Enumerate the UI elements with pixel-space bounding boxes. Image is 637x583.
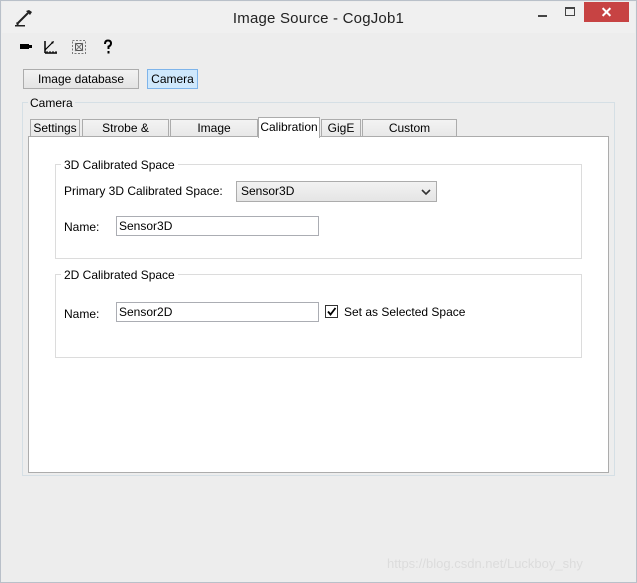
primary-3d-space-value: Sensor3D (241, 184, 295, 198)
checkmark-icon (327, 307, 337, 316)
selected-space-label[interactable]: Set as Selected Space (344, 305, 465, 319)
tab-settings[interactable]: Settings (30, 119, 80, 137)
measure-icon[interactable] (42, 38, 60, 56)
watermark-text: https://blog.csdn.net/Luckboy_shy (387, 556, 583, 571)
camera-button[interactable]: Camera (147, 69, 198, 89)
maximize-button[interactable] (557, 2, 583, 22)
name-3d-input[interactable]: Sensor3D (116, 216, 319, 236)
tab-gige[interactable]: GigE (321, 119, 361, 137)
tab-custom-properties[interactable]: Custom Properties (362, 119, 457, 152)
close-button[interactable] (584, 2, 629, 22)
name-3d-label: Name: (64, 220, 100, 234)
calibrated-space-3d-label: 3D Calibrated Space (61, 158, 178, 172)
tab-image-properties[interactable]: Image Properties (170, 119, 258, 152)
image-database-button[interactable]: Image database (23, 69, 139, 89)
name-2d-label: Name: (64, 307, 100, 321)
eraser-icon[interactable] (17, 38, 35, 56)
primary-3d-space-label: Primary 3D Calibrated Space: (64, 184, 223, 198)
tab-strobe-trigger[interactable]: Strobe & Trigger (82, 119, 169, 152)
calibration-tab-panel: 3D Calibrated Space Primary 3D Calibrate… (28, 136, 609, 473)
calibrated-space-2d-label: 2D Calibrated Space (61, 268, 178, 282)
minimize-button[interactable] (530, 2, 556, 22)
selected-space-checkbox[interactable] (325, 305, 338, 318)
primary-3d-space-dropdown[interactable]: Sensor3D (236, 181, 437, 202)
help-icon[interactable] (99, 38, 117, 56)
camera-group-label: Camera (28, 96, 75, 110)
select-region-icon[interactable] (70, 38, 88, 56)
calibrated-space-3d-group (55, 164, 582, 259)
chevron-down-icon (421, 189, 431, 196)
name-2d-input[interactable]: Sensor2D (116, 302, 319, 322)
tab-calibration[interactable]: Calibration (258, 117, 320, 138)
